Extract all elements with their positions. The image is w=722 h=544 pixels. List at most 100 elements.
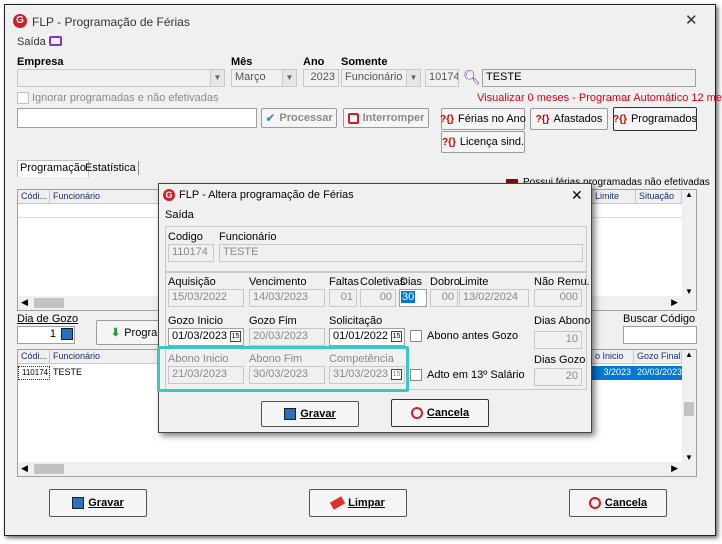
gozo-fim-field: 20/03/2023	[249, 328, 325, 346]
calendar-icon[interactable]: 15	[391, 331, 402, 342]
interromper-button[interactable]: Interromper	[343, 108, 429, 128]
gozo-inicio-field[interactable]: 01/03/2023 15	[168, 328, 244, 346]
competencia-field: 31/03/2023 15	[329, 366, 405, 384]
window-title: FLP - Programação de Férias	[32, 15, 190, 29]
dias-abono-field: 10	[534, 331, 582, 349]
dias-gozo-field: 20	[534, 368, 582, 386]
monitor-icon[interactable]	[49, 36, 62, 46]
funcionario-label: Funcionário	[219, 231, 277, 243]
solicitacao-field[interactable]: 01/01/2022 15	[329, 328, 405, 346]
app-logo-icon: G	[13, 14, 27, 28]
abono-fim-field: 30/03/2023	[249, 366, 325, 384]
cancela-button[interactable]: Cancela	[569, 489, 667, 517]
vencimento-field: 14/03/2023	[249, 289, 325, 307]
faltas-label: Faltas	[329, 276, 359, 288]
column-header-gozo-inicio[interactable]: o Inicio	[592, 350, 634, 364]
nao-remu-label: Não Remu.	[534, 276, 590, 288]
empresa-select[interactable]: ▼	[17, 69, 225, 87]
dialog-cancela-button[interactable]: Cancela	[391, 399, 489, 427]
ignorar-checkbox[interactable]	[17, 92, 29, 104]
calculator-icon[interactable]	[61, 328, 73, 340]
codigo-field[interactable]: 10174	[425, 69, 459, 87]
vertical-scrollbar[interactable]: ▲ ▼	[682, 350, 696, 462]
column-header-situacao[interactable]: Situação	[636, 190, 682, 204]
eraser-icon	[330, 496, 346, 510]
dia-de-gozo-label: Dia de Gozo	[17, 313, 79, 325]
somente-select[interactable]: Funcionário ▼	[341, 69, 421, 87]
table-row-inicio[interactable]: 3/2023	[592, 366, 634, 380]
gozo-inicio-label: Gozo Inicio	[168, 315, 224, 327]
column-header-codigo[interactable]: Códi...	[18, 190, 50, 204]
ignorar-label: Ignorar programadas e não efetivadas	[32, 92, 219, 104]
tab-estatistica[interactable]: Estatística	[83, 161, 139, 175]
save-icon	[72, 497, 85, 509]
codigo-label: Codigo	[168, 231, 203, 243]
close-icon[interactable]: ✕	[685, 11, 698, 29]
dias-field[interactable]: 30	[399, 289, 427, 307]
column-header-limite[interactable]: Limite	[592, 190, 636, 204]
calendar-icon[interactable]: 15	[230, 331, 241, 342]
table-row-final[interactable]: 20/03/2023	[634, 366, 682, 380]
progress-field	[17, 108, 257, 128]
column-header-codigo[interactable]: Códi...	[18, 350, 50, 364]
nome-field[interactable]: TESTE	[482, 69, 696, 87]
question-bracket-icon: ?{}	[535, 113, 550, 125]
abono-antes-label: Abono antes Gozo	[427, 330, 519, 342]
buscar-codigo-label: Buscar Código	[623, 313, 696, 325]
programar-button[interactable]: ⬇ Progran	[96, 320, 163, 345]
afastados-button[interactable]: ?{} Afastados	[530, 108, 608, 130]
vencimento-label: Vencimento	[249, 276, 307, 288]
competencia-label: Competência	[329, 353, 394, 365]
coletivas-field: 00	[360, 289, 396, 307]
question-bracket-icon: ?{}	[440, 113, 455, 125]
codigo-field: 110174	[168, 244, 214, 262]
chevron-down-icon: ▼	[210, 70, 224, 86]
abono-fim-label: Abono Fim	[249, 353, 303, 365]
dialog-close-icon[interactable]: ✕	[571, 187, 583, 204]
gozo-fim-label: Gozo Fim	[249, 315, 297, 327]
menu-saida[interactable]: Saída	[17, 36, 46, 48]
horizontal-scrollbar[interactable]: ◀ ▶	[18, 462, 696, 476]
faltas-field: 01	[329, 289, 357, 307]
limpar-button[interactable]: Limpar	[309, 489, 407, 517]
aquisicao-field: 15/03/2022	[168, 289, 244, 307]
dialog-gravar-button[interactable]: Gravar	[261, 401, 359, 427]
ano-label: Ano	[303, 56, 325, 68]
column-header-gozo-final[interactable]: Gozo Final	[634, 350, 682, 364]
dias-label: Dias	[400, 276, 423, 288]
mes-select[interactable]: Março ▼	[231, 69, 297, 87]
coletivas-label: Coletivas	[360, 276, 406, 288]
abono-inicio-label: Abono Inicio	[168, 353, 229, 365]
dialog-menu-saida[interactable]: Saída	[165, 209, 194, 221]
stop-icon	[347, 112, 359, 124]
app-logo-icon: G	[163, 189, 175, 201]
processar-button[interactable]: ✔ Processar	[261, 108, 337, 128]
calendar-icon: 15	[391, 369, 402, 380]
mes-label: Mês	[231, 56, 253, 68]
chevron-down-icon: ▼	[282, 70, 296, 86]
dias-gozo-label: Dias Gozo	[534, 354, 586, 366]
ferias-no-ano-button[interactable]: ?{} Férias no Ano	[440, 108, 526, 130]
vertical-scrollbar[interactable]: ▲ ▼	[682, 190, 696, 296]
limite-label: Limite	[459, 276, 489, 288]
edit-dialog: G FLP - Altera programação de Férias ✕ S…	[157, 183, 592, 433]
programados-button[interactable]: ?{} Programados	[613, 107, 697, 131]
abono-antes-checkbox[interactable]	[410, 330, 422, 342]
licenca-sind-button[interactable]: ?{} Licença sind.	[441, 131, 525, 153]
cancel-icon	[588, 497, 601, 509]
dialog-title: FLP - Altera programação de Férias	[179, 189, 354, 201]
table-row-codigo[interactable]: 110174	[18, 366, 50, 380]
ano-field[interactable]: 2023	[303, 69, 339, 87]
save-icon	[284, 408, 297, 420]
gravar-button[interactable]: Gravar	[49, 489, 147, 517]
check-icon: ✔	[265, 111, 276, 125]
dobro-field: 00	[430, 289, 458, 307]
search-icon[interactable]: 🔍︎	[463, 69, 481, 86]
dobro-label: Dobro	[430, 276, 460, 288]
adto-13-checkbox[interactable]	[410, 369, 422, 381]
abono-inicio-field: 21/03/2023	[168, 366, 244, 384]
buscar-codigo-field[interactable]	[623, 326, 697, 344]
empresa-label: Empresa	[17, 56, 64, 68]
aquisicao-label: Aquisição	[168, 276, 216, 288]
tab-programacao[interactable]: Programação	[17, 160, 90, 177]
